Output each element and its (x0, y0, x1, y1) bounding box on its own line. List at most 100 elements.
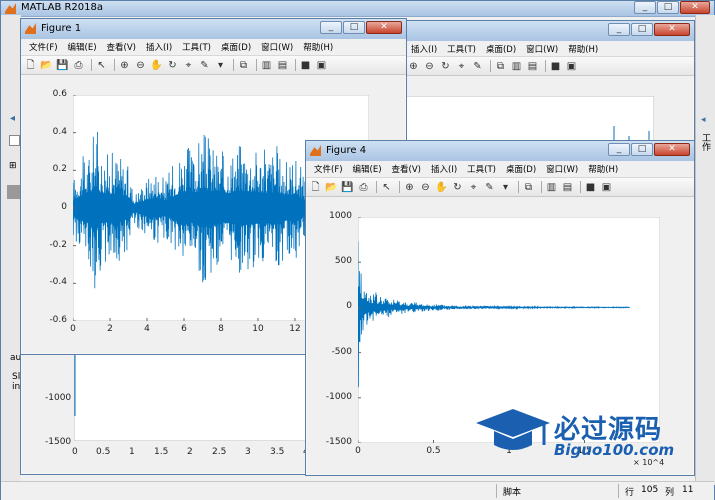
menu-desktop[interactable]: 桌面(D) (216, 41, 256, 53)
legend-icon[interactable]: ▤ (276, 59, 289, 72)
menu-view[interactable]: 查看(V) (387, 163, 426, 175)
colorbar-icon[interactable]: ▥ (545, 181, 558, 194)
menu-window[interactable]: 窗口(W) (541, 163, 583, 175)
brush-icon[interactable]: ✎ (198, 59, 211, 72)
figure4-controls: _ □ ✕ (607, 143, 690, 157)
figure1-close-button[interactable]: ✕ (366, 21, 402, 34)
menu-edit[interactable]: 编辑(E) (63, 41, 102, 53)
menu-insert[interactable]: 插入(I) (141, 41, 177, 53)
x-tick-label: 0 (355, 446, 361, 456)
close-button[interactable]: ✕ (680, 1, 710, 14)
figure4-titlebar[interactable]: Figure 4 _ □ ✕ (306, 141, 694, 162)
link-icon[interactable]: ⧉ (237, 59, 250, 72)
menu-insert[interactable]: 插入(I) (426, 163, 462, 175)
hide-tools-icon[interactable]: ■ (549, 60, 562, 73)
menu-tools[interactable]: 工具(T) (177, 41, 216, 53)
workspace-vertical-label[interactable]: 工作 (700, 133, 712, 151)
menu-help[interactable]: 帮助(H) (583, 163, 623, 175)
x-tick-label: 0.5 (426, 446, 441, 456)
x-tick-label: 2 (107, 324, 113, 334)
colorbar-icon[interactable]: ▥ (260, 59, 273, 72)
datatip-icon[interactable]: ⌖ (455, 60, 468, 73)
brush-icon[interactable]: ✎ (471, 60, 484, 73)
select-arrow-icon[interactable]: ↖ (380, 181, 393, 194)
zoom-out-icon[interactable]: ⊖ (419, 181, 432, 194)
save-icon[interactable]: 💾 (341, 181, 354, 194)
hide-tools-icon[interactable]: ■ (299, 59, 312, 72)
rotate-icon[interactable]: ↻ (166, 59, 179, 72)
maximize-icon: □ (637, 24, 647, 34)
datatip-icon[interactable]: ⌖ (467, 181, 480, 194)
bg-xtick-4: 2 (187, 447, 193, 457)
y-tick-label: -1500 (325, 437, 352, 447)
bg-maximize-button[interactable]: □ (631, 23, 653, 36)
show-tools-icon[interactable]: ▣ (565, 60, 578, 73)
bg-menu-window[interactable]: 窗口(W) (521, 43, 563, 55)
status-col-label: 列 (665, 488, 675, 498)
menu-help[interactable]: 帮助(H) (298, 41, 338, 53)
select-arrow-icon[interactable]: ↖ (95, 59, 108, 72)
pan-hand-icon[interactable]: ✋ (435, 181, 448, 194)
menu-file[interactable]: 文件(F) (309, 163, 348, 175)
bg-menu-insert[interactable]: 插入(I) (406, 43, 442, 55)
zoom-in-icon[interactable]: ⊕ (407, 60, 420, 73)
figure1-minimize-button[interactable]: _ (320, 21, 342, 34)
datatip-icon[interactable]: ⌖ (182, 59, 195, 72)
side-plus-icon[interactable]: ⊞ (9, 161, 17, 171)
menu-file[interactable]: 文件(F) (24, 41, 63, 53)
collapse-arrow-icon[interactable]: ◂ (701, 115, 706, 125)
bg-menu-help[interactable]: 帮助(H) (563, 43, 603, 55)
figure1-titlebar[interactable]: Figure 1 _ □ ✕ (21, 19, 406, 40)
zoom-in-icon[interactable]: ⊕ (118, 59, 131, 72)
cmd-window-text-2: Sl (12, 372, 21, 382)
figure4-maximize-button[interactable]: □ (631, 143, 653, 156)
left-side-strip: ◂ ⊞ (1, 15, 21, 485)
y-tick-label: 500 (334, 256, 352, 267)
menu-edit[interactable]: 编辑(E) (348, 163, 387, 175)
new-figure-icon[interactable]: 🗋 (309, 181, 322, 194)
show-tools-icon[interactable]: ▣ (600, 181, 613, 194)
zoom-out-icon[interactable]: ⊖ (134, 59, 147, 72)
zoom-out-icon[interactable]: ⊖ (423, 60, 436, 73)
rotate-icon[interactable]: ↻ (439, 60, 452, 73)
open-file-icon[interactable]: 📂 (40, 59, 53, 72)
dropdown-arrow-icon[interactable]: ▾ (499, 181, 512, 194)
link-icon[interactable]: ⧉ (494, 60, 507, 73)
open-file-icon[interactable]: 📂 (325, 181, 338, 194)
bg-xtick-0: 0 (72, 447, 78, 457)
figure4-close-button[interactable]: ✕ (654, 143, 690, 156)
zoom-in-icon[interactable]: ⊕ (403, 181, 416, 194)
link-icon[interactable]: ⧉ (522, 181, 535, 194)
dropdown-arrow-icon[interactable]: ▾ (214, 59, 227, 72)
figure1-maximize-button[interactable]: □ (343, 21, 365, 34)
figure4-title: Figure 4 (326, 145, 367, 156)
bg-close-button[interactable]: ✕ (654, 23, 690, 36)
main-titlebar[interactable]: MATLAB R2018a _ □ ✕ (1, 1, 714, 17)
save-icon[interactable]: 💾 (56, 59, 69, 72)
bg-menu-desktop[interactable]: 桌面(D) (481, 43, 521, 55)
hide-tools-icon[interactable]: ■ (584, 181, 597, 194)
y-tick-label: 0.6 (52, 89, 67, 99)
menu-desktop[interactable]: 桌面(D) (501, 163, 541, 175)
new-figure-icon[interactable]: 🗋 (24, 59, 37, 72)
print-icon[interactable]: ⎙ (72, 59, 85, 72)
menu-window[interactable]: 窗口(W) (256, 41, 298, 53)
brush-icon[interactable]: ✎ (483, 181, 496, 194)
menu-tools[interactable]: 工具(T) (462, 163, 501, 175)
colorbar-icon[interactable]: ▥ (510, 60, 523, 73)
legend-icon[interactable]: ▤ (561, 181, 574, 194)
side-square-icon[interactable] (9, 135, 20, 146)
menu-view[interactable]: 查看(V) (102, 41, 141, 53)
side-arrow-icon[interactable]: ◂ (10, 113, 15, 124)
print-icon[interactable]: ⎙ (357, 181, 370, 194)
pan-hand-icon[interactable]: ✋ (150, 59, 163, 72)
minimize-button[interactable]: _ (634, 1, 656, 14)
bg-minimize-button[interactable]: _ (608, 23, 630, 36)
bg-xtick-2: 1 (129, 447, 135, 457)
bg-menu-tools[interactable]: 工具(T) (442, 43, 481, 55)
rotate-icon[interactable]: ↻ (451, 181, 464, 194)
maximize-button[interactable]: □ (657, 1, 679, 14)
show-tools-icon[interactable]: ▣ (315, 59, 328, 72)
legend-icon[interactable]: ▤ (526, 60, 539, 73)
figure4-minimize-button[interactable]: _ (608, 143, 630, 156)
